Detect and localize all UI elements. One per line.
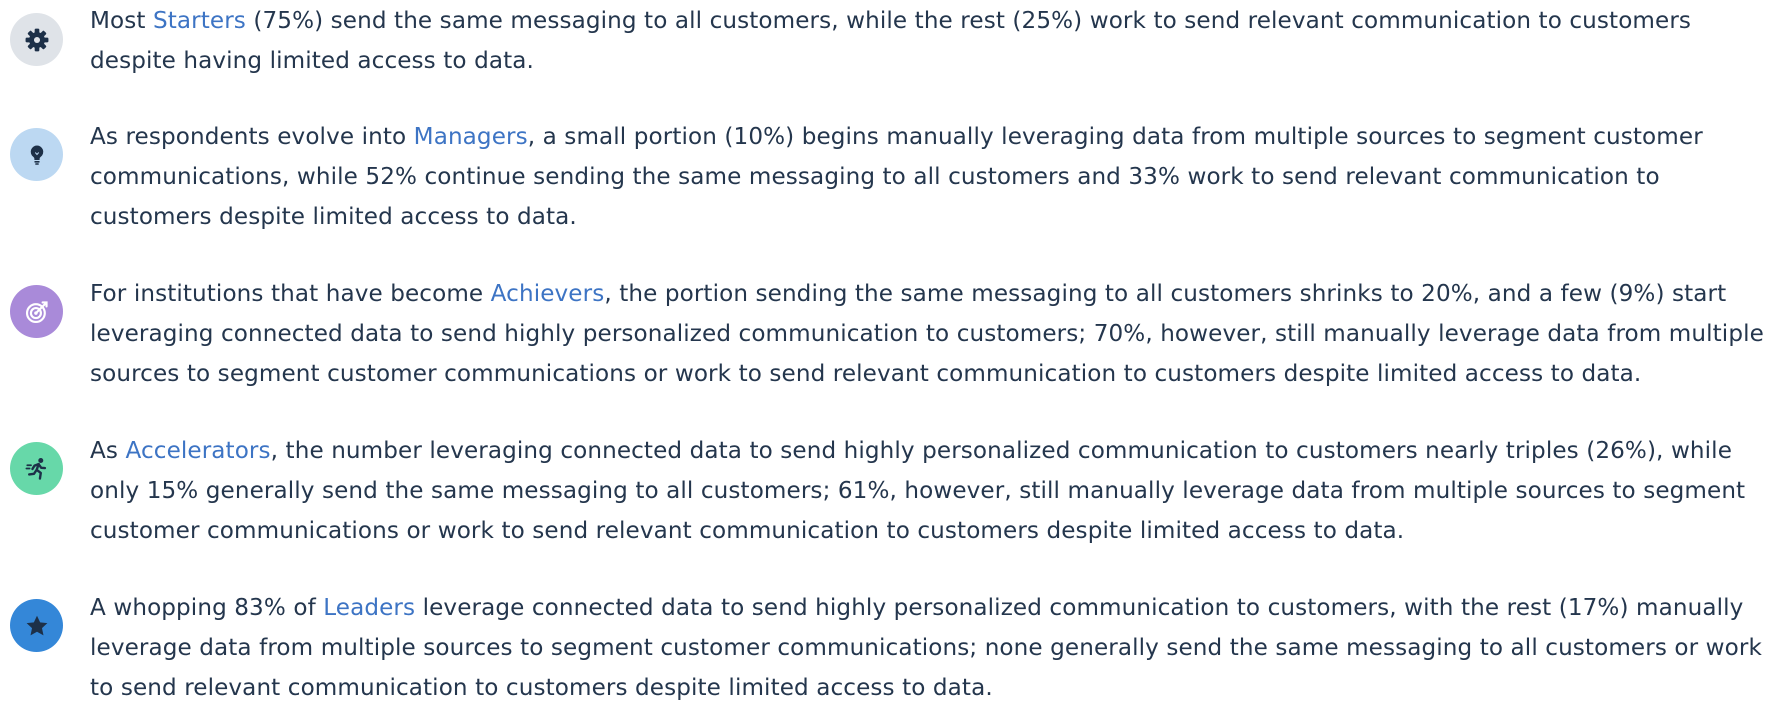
text-after: (75%) send the same messaging to all cus… [90, 8, 1692, 74]
gear-icon [10, 13, 63, 66]
segment-description: For institutions that have become Achiev… [90, 274, 1780, 394]
segment-name-accelerators: Accelerators [125, 438, 271, 464]
text-before: Most [90, 8, 153, 34]
maturity-segments-list: Most Starters (75%) send the same messag… [0, 0, 1785, 701]
segment-name-starters: Starters [152, 8, 246, 34]
text-before: As [90, 438, 126, 464]
lightbulb-icon [10, 128, 63, 181]
target-icon [10, 285, 63, 338]
text-before: A whopping 83% of [90, 595, 324, 621]
segment-description: As respondents evolve into Managers, a s… [90, 117, 1780, 237]
text-before: For institutions that have become [90, 281, 491, 307]
segment-name-leaders: Leaders [323, 595, 416, 621]
segment-description: As Accelerators, the number leveraging c… [90, 431, 1780, 551]
text-before: As respondents evolve into [90, 124, 414, 150]
segment-name-achievers: Achievers [490, 281, 605, 307]
text-after: , the number leveraging connected data t… [90, 438, 1746, 544]
segment-name-managers: Managers [413, 124, 528, 150]
star-icon [10, 599, 63, 652]
segment-description: A whopping 83% of Leaders leverage conne… [90, 588, 1780, 708]
segment-description: Most Starters (75%) send the same messag… [90, 1, 1780, 81]
runner-icon [10, 442, 63, 495]
